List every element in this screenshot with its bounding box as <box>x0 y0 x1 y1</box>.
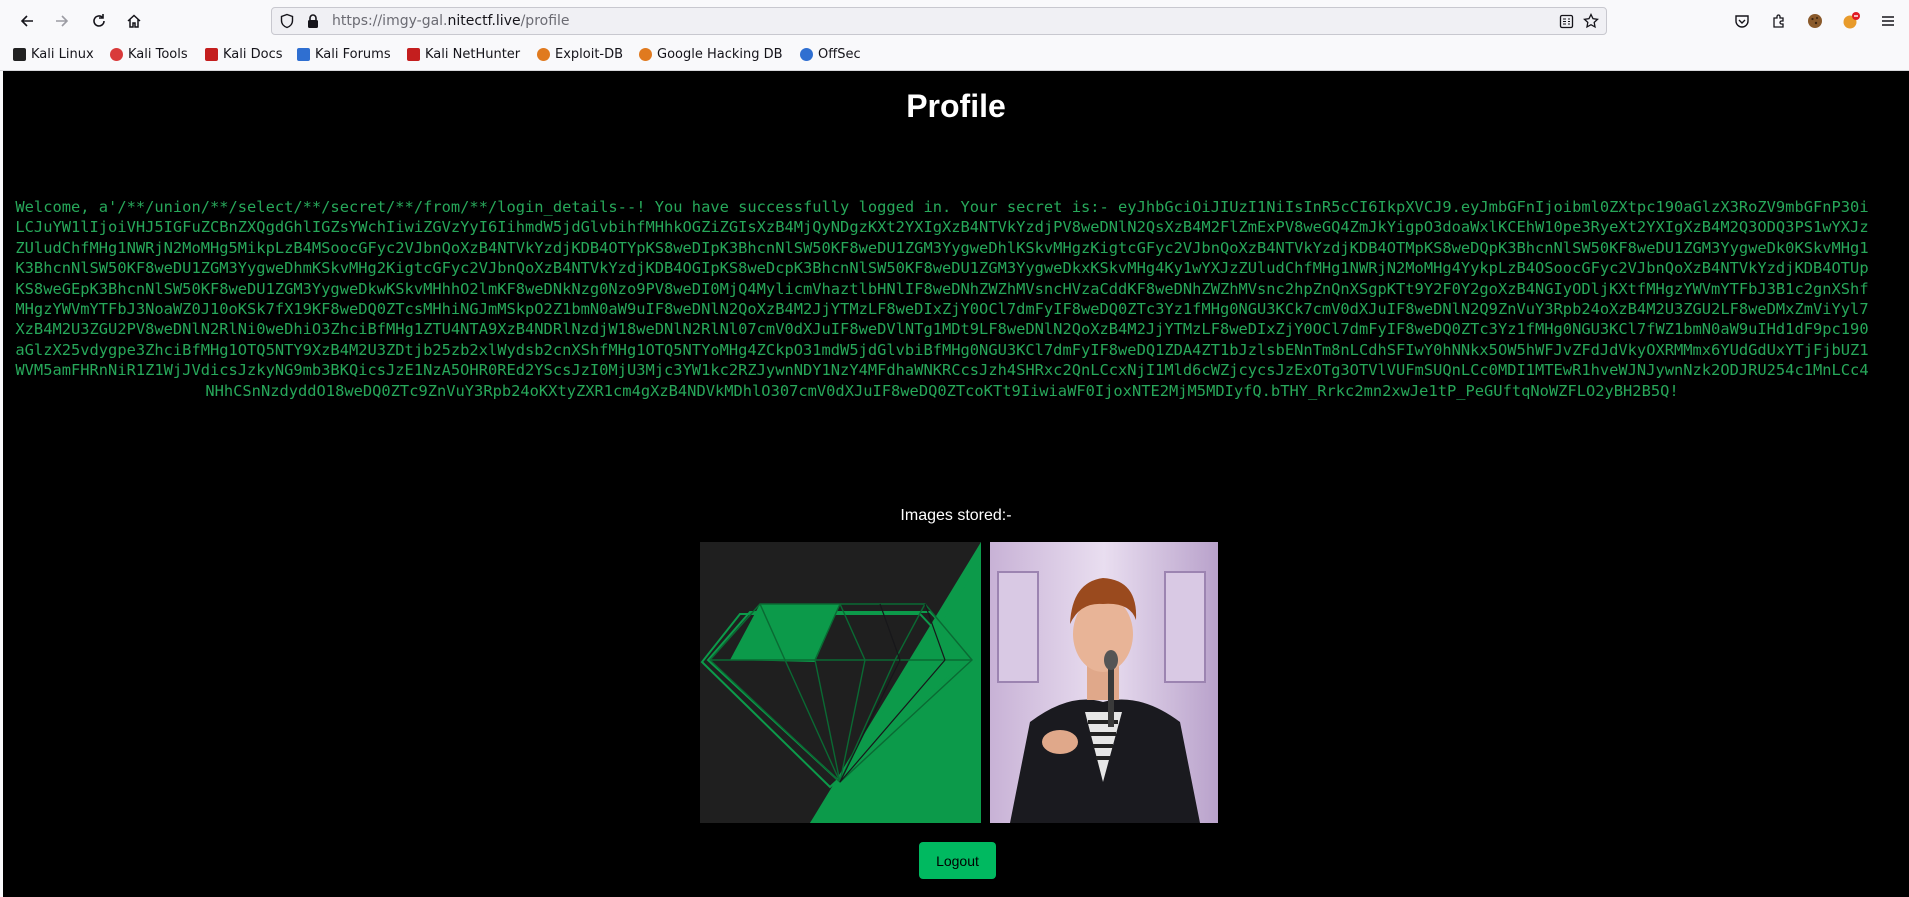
images-label: Images stored:- <box>900 507 1012 524</box>
url-text: https://imgy-gal.nitectf.live/profile <box>332 13 570 29</box>
menu-icon[interactable] <box>1876 9 1900 33</box>
extension-badge-icon[interactable] <box>1839 9 1863 33</box>
page-content: Profile Welcome, a'/**/union/**/select/*… <box>3 71 1909 897</box>
kali-dragon-icon <box>13 48 26 61</box>
browser-toolbar: https://imgy-gal.nitectf.live/profile <box>0 0 1909 42</box>
bookmark-google-hacking-db[interactable]: Google Hacking DB <box>639 47 783 62</box>
extensions-icon[interactable] <box>1767 9 1791 33</box>
lock-icon[interactable] <box>306 13 320 33</box>
bookmark-kali-forums[interactable]: Kali Forums <box>297 47 391 62</box>
forward-icon[interactable] <box>50 9 74 33</box>
reader-view-icon[interactable] <box>1559 14 1574 33</box>
exploit-db-icon <box>537 48 550 61</box>
kali-nethunter-icon <box>407 48 420 61</box>
kali-tools-icon <box>110 48 123 61</box>
pocket-icon[interactable] <box>1730 9 1754 33</box>
home-icon[interactable] <box>122 9 146 33</box>
page-title: Profile <box>906 88 1006 124</box>
diamond-image <box>700 542 981 823</box>
bookmark-kali-tools[interactable]: Kali Tools <box>110 47 188 62</box>
bookmark-kali-linux[interactable]: Kali Linux <box>13 47 94 62</box>
rick-astley-image <box>990 542 1218 823</box>
back-icon[interactable] <box>15 9 39 33</box>
secret-message: Welcome, a'/**/union/**/select/**/secret… <box>15 198 1869 400</box>
kali-docs-icon <box>205 48 218 61</box>
google-hacking-db-icon <box>639 48 652 61</box>
url-bar[interactable]: https://imgy-gal.nitectf.live/profile <box>271 7 1607 35</box>
logout-button[interactable]: Logout <box>919 842 996 879</box>
bookmark-offsec[interactable]: OffSec <box>800 47 861 62</box>
bookmark-kali-nethunter[interactable]: Kali NetHunter <box>407 47 520 62</box>
bookmarks-bar: Kali Linux Kali Tools Kali Docs Kali For… <box>0 42 1909 71</box>
shield-icon[interactable] <box>279 13 295 33</box>
offsec-icon <box>800 48 813 61</box>
cookie-extension-icon[interactable] <box>1803 9 1827 33</box>
bookmark-star-icon[interactable] <box>1583 12 1599 33</box>
bookmark-exploit-db[interactable]: Exploit-DB <box>537 47 623 62</box>
bookmark-kali-docs[interactable]: Kali Docs <box>205 47 283 62</box>
kali-forums-icon <box>297 48 310 61</box>
reload-icon[interactable] <box>87 9 111 33</box>
